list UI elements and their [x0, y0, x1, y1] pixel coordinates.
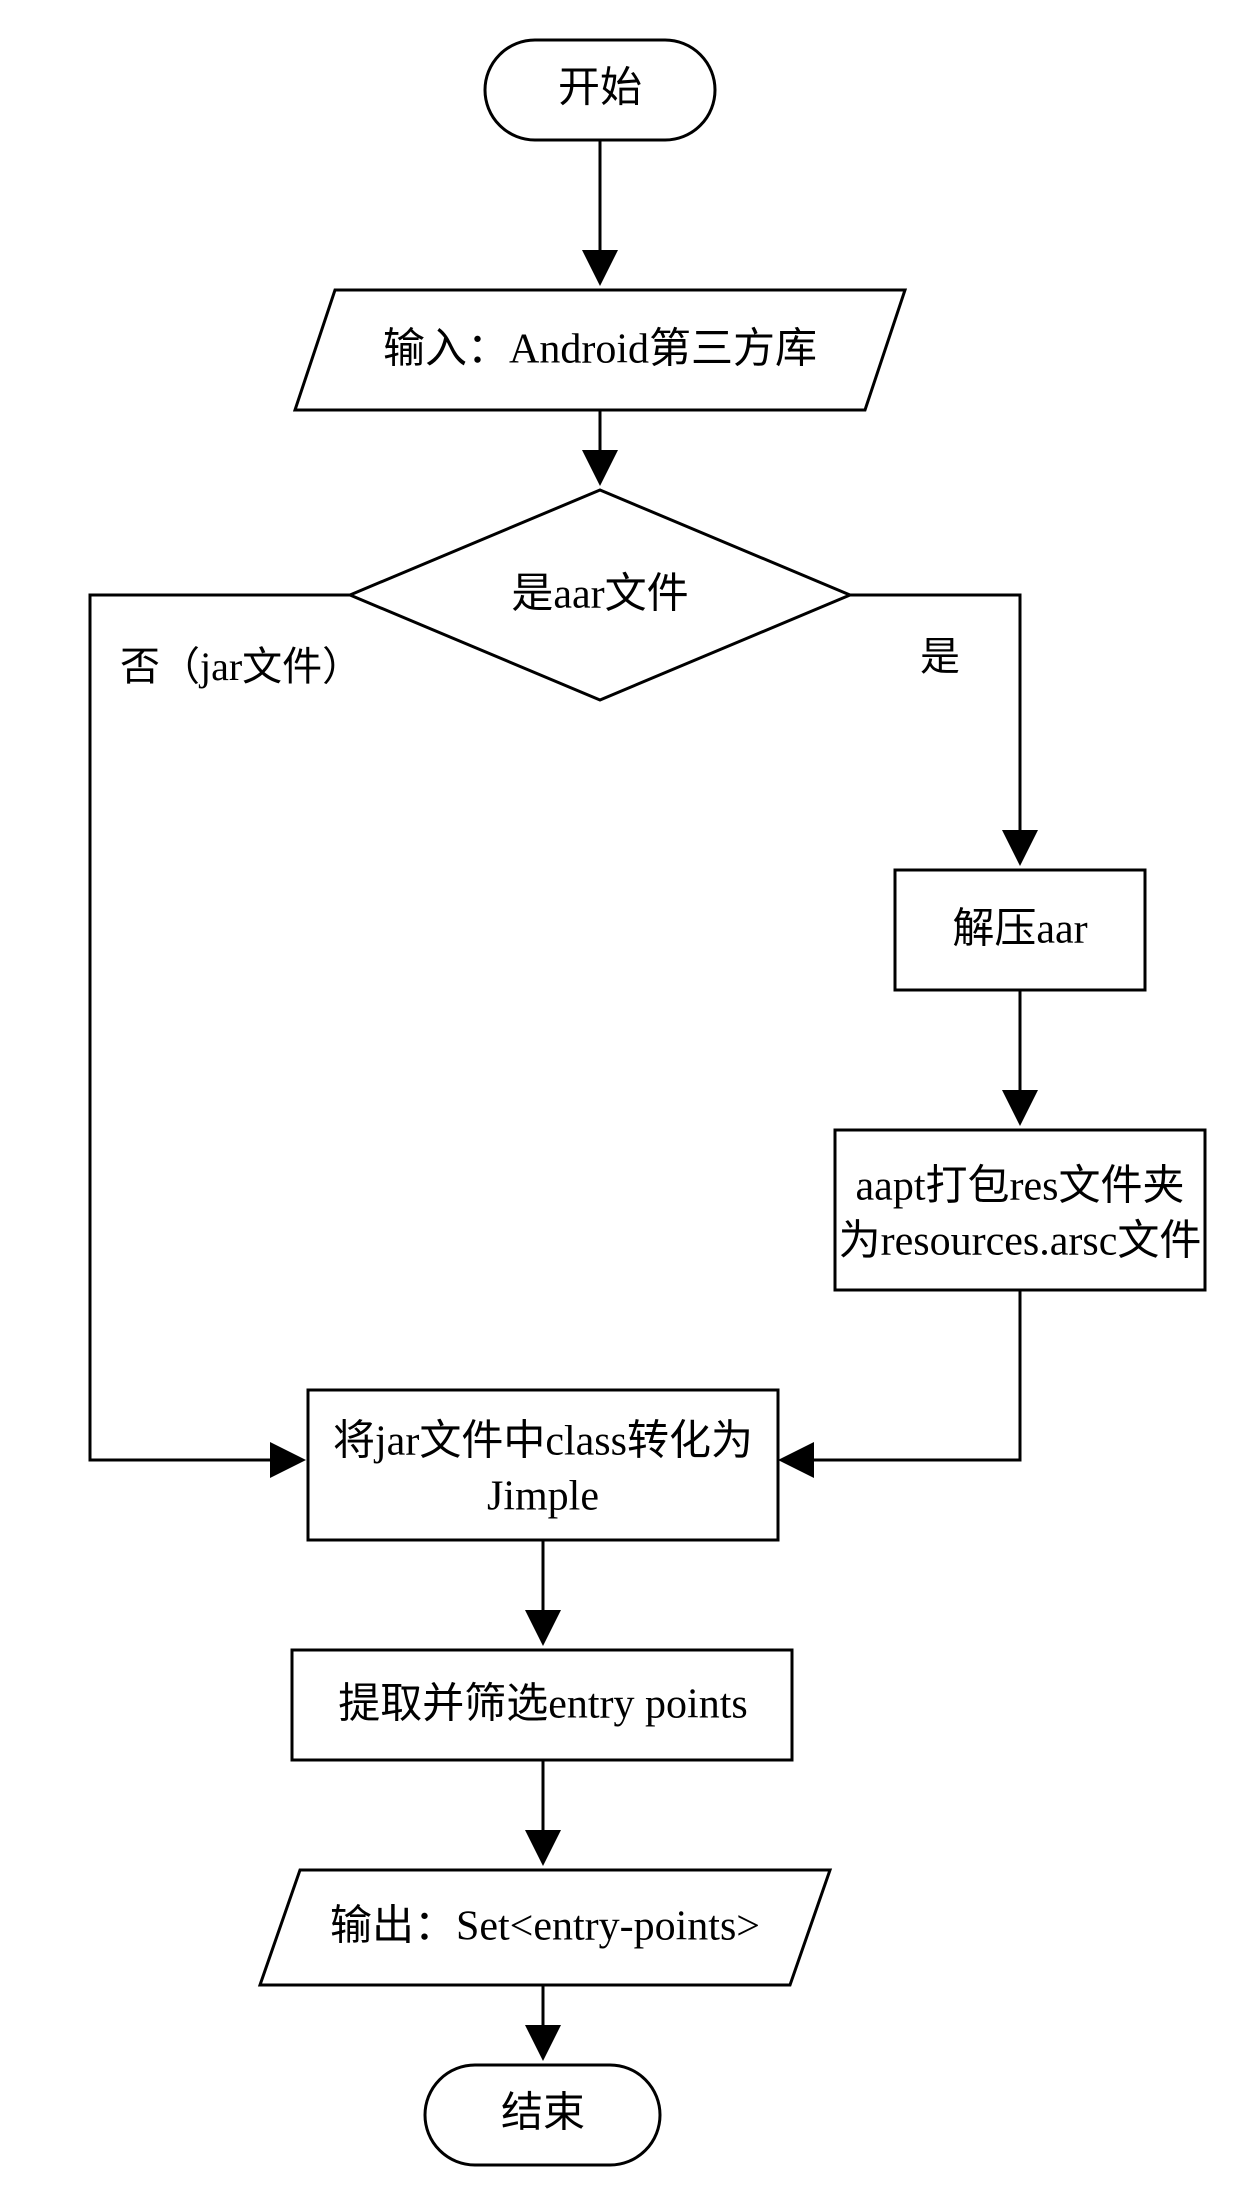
convert-jimple-label-2: Jimple	[487, 1474, 599, 1520]
aapt-pack-label-2: 为resources.arsc文件	[839, 1218, 1202, 1265]
aapt-to-jimple-line	[784, 1290, 1020, 1460]
flowchart-svg: 开始 输入：Android第三方库 是aar文件 否（jar文件） 是 解压aa…	[0, 0, 1240, 2197]
extract-aar-node: 解压aar	[895, 870, 1145, 990]
extract-entry-label: 提取并筛选entry points	[338, 1682, 747, 1728]
no-branch-line	[90, 595, 350, 1460]
input-node: 输入：Android第三方库	[295, 290, 905, 410]
end-label: 结束	[501, 2091, 585, 2137]
aapt-pack-label-1: aapt打包res文件夹	[856, 1163, 1185, 1210]
convert-jimple-label-1: 将jar文件中class转化为	[333, 1418, 753, 1465]
decision-yes-label: 是	[920, 634, 960, 679]
convert-jimple-node: 将jar文件中class转化为 Jimple	[308, 1390, 778, 1540]
decision-node: 是aar文件	[350, 490, 850, 700]
aapt-pack-node: aapt打包res文件夹 为resources.arsc文件	[835, 1130, 1205, 1290]
end-node: 结束	[425, 2065, 660, 2165]
decision-label: 是aar文件	[511, 571, 688, 618]
output-node: 输出：Set<entry-points>	[260, 1870, 830, 1985]
extract-entry-node: 提取并筛选entry points	[292, 1650, 792, 1760]
start-node: 开始	[485, 40, 715, 140]
output-label: 输出：Set<entry-points>	[330, 1904, 760, 1950]
extract-aar-label: 解压aar	[952, 907, 1087, 953]
start-label: 开始	[558, 66, 642, 112]
input-label: 输入：Android第三方库	[383, 327, 817, 373]
decision-no-label: 否（jar文件）	[120, 644, 362, 689]
